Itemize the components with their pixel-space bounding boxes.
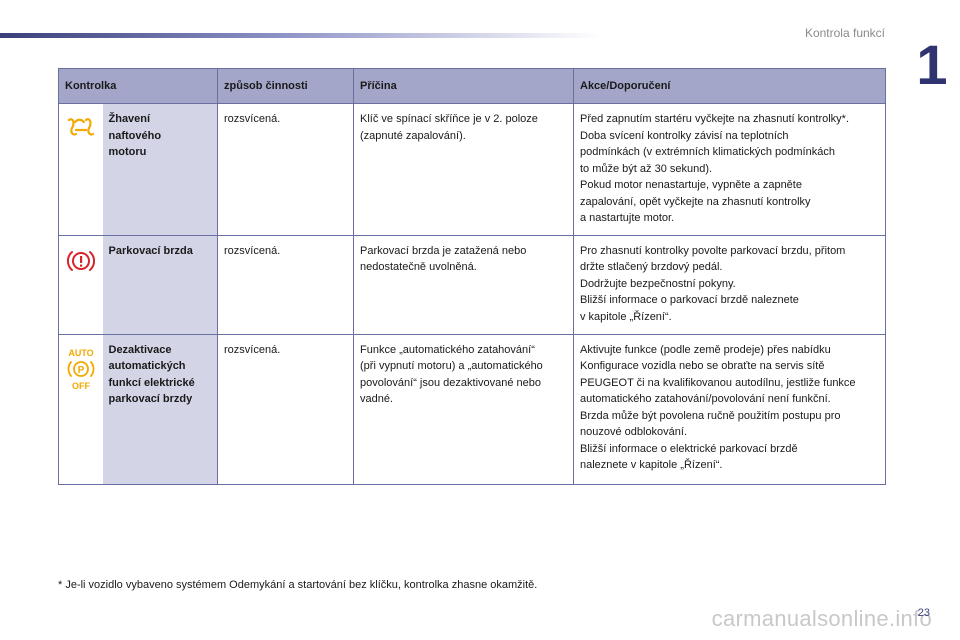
lamp-name-line: Parkovací brzda [108, 244, 193, 257]
icon-cell [58, 234, 103, 335]
icon-auto-text: AUTO [68, 348, 93, 358]
action-line: v kapitole „Řízení“. [580, 310, 672, 323]
mode-cell: rozsvícená. [217, 103, 354, 236]
lamp-name-line: parkovací brzdy [108, 393, 193, 405]
action-line: Aktivujte funkce (podle země prodeje) př… [580, 343, 831, 356]
action-line: PEUGEOT či na kvalifikovanou autodílnu, … [580, 376, 856, 389]
warning-lights-table: Kontrolka způsob činnosti Příčina Akce/D… [58, 68, 886, 485]
cause-line: povolování“ jsou dezaktivované nebo [360, 376, 542, 389]
footnote: * Je-li vozidlo vybaveno systémem Odemyk… [58, 579, 538, 591]
action-line: Pokud motor nenastartuje, vypněte a zapn… [580, 179, 802, 191]
parking-brake-icon [66, 250, 95, 271]
action-line: držte stlačený brzdový pedál. [580, 261, 723, 273]
lamp-name-line: naftového [108, 129, 162, 142]
lamp-name-line: Žhavení [108, 113, 151, 125]
icon-off-text: OFF [72, 381, 90, 391]
action-line: Doba svícení kontrolky závisí na teplotn… [580, 129, 789, 142]
cause-cell: Parkovací brzda je zatažená nebo nedosta… [353, 234, 574, 335]
table-row: Parkovací brzda rozsvícená. Parkovací br… [58, 234, 886, 335]
cause-cell: Funkce „automatického zatahování“ (při v… [353, 333, 574, 485]
lamp-name-line: motoru [108, 146, 147, 158]
section-title: Kontrola funkcí [804, 26, 885, 40]
icon-cell [58, 103, 103, 236]
page-number: 23 [917, 607, 930, 619]
action-line: Bližší informace o elektrické parkovací … [580, 442, 798, 455]
cause-cell: Klíč ve spínací skříňce je v 2. poloze (… [353, 103, 574, 236]
lamp-name-cell: Dezaktivace automatických funkcí elektri… [102, 333, 218, 485]
column-header-mode: způsob činnosti [217, 68, 354, 104]
action-line: Konfigurace vozidla nebo se obraťte na s… [580, 360, 825, 372]
action-line: Bližší informace o parkovací brzdě nalez… [580, 294, 799, 306]
cause-line: Parkovací brzda je zatažená nebo [360, 244, 527, 257]
cause-line: nedostatečně uvolněná. [360, 261, 477, 273]
action-line: automatického zatahování/povolování není… [580, 393, 831, 405]
cause-line: Funkce „automatického zatahování“ [360, 343, 535, 356]
table-header-row: Kontrolka způsob činnosti Příčina Akce/D… [58, 68, 886, 104]
auto-p-off-icon: AUTO P OFF [67, 348, 95, 391]
header-accent-bar [0, 33, 600, 38]
action-line: Dodržujte bezpečnostní pokyny. [580, 277, 736, 290]
column-header-cause: Příčina [353, 68, 574, 104]
action-line: Pro zhasnutí kontrolky povolte parkovací… [580, 244, 846, 257]
lamp-name-line: automatických [108, 360, 186, 372]
cause-line: (při vypnutí motoru) a „automatického [360, 360, 543, 372]
action-line: to může být až 30 sekund). [580, 162, 713, 175]
cause-line: vadné. [360, 393, 394, 405]
action-cell: Před zapnutím startéru vyčkejte na zhasn… [573, 103, 886, 236]
lamp-name-line: funkcí elektrické [108, 376, 195, 389]
action-line: zapalování, opět vyčkejte na zhasnutí ko… [580, 195, 811, 208]
action-line: Brzda může být povolena ručně použitím p… [580, 409, 841, 422]
mode-cell: rozsvícená. [217, 234, 354, 335]
cause-line: (zapnuté zapalování). [360, 129, 466, 142]
icon-cell: AUTO P OFF [58, 333, 103, 485]
lamp-name-cell: Parkovací brzda [102, 234, 218, 335]
lamp-name-line: Dezaktivace [108, 343, 172, 356]
glow-plug-icon [67, 118, 94, 136]
mode-cell: rozsvícená. [217, 333, 354, 485]
icon-p-text: P [77, 365, 84, 376]
action-line: a nastartujte motor. [580, 212, 675, 224]
action-line: Před zapnutím startéru vyčkejte na zhasn… [580, 113, 850, 125]
action-cell: Pro zhasnutí kontrolky povolte parkovací… [573, 234, 886, 335]
lamp-name-cell: Žhavení naftového motoru [102, 103, 218, 236]
table-row: AUTO P OFF Dezaktivace automatických fun… [58, 333, 886, 485]
action-line: naleznete v kapitole „Řízení“. [580, 459, 723, 471]
chapter-number: 1 [916, 33, 948, 96]
table-row: Žhavení naftového motoru rozsvícená. Klí… [58, 103, 886, 236]
action-line: podmínkách (v extrémních klimatických po… [580, 146, 835, 158]
column-header-kontrolka: Kontrolka [58, 68, 218, 104]
action-line: nouzové odblokování. [580, 426, 688, 438]
column-header-action: Akce/Doporučení [573, 68, 886, 104]
cause-line: Klíč ve spínací skříňce je v 2. poloze [360, 113, 538, 125]
action-cell: Aktivujte funkce (podle země prodeje) př… [573, 333, 886, 485]
watermark: carmanualsonline.info [711, 606, 932, 631]
